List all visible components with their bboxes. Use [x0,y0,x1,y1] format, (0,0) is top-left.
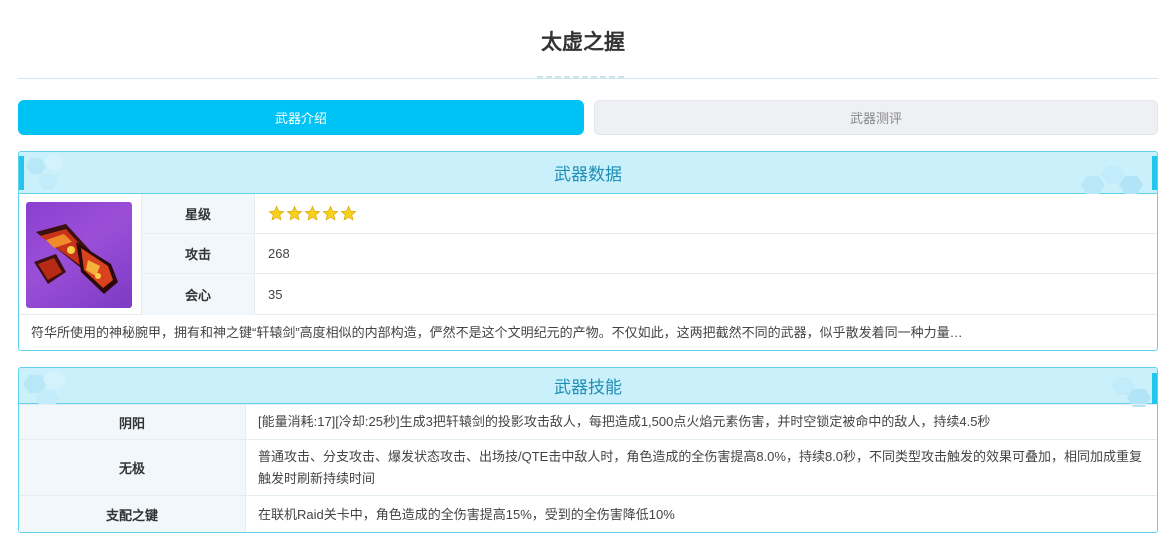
hexagon-decoration-icon [19,154,64,190]
weapon-data-panel: 武器数据 星级 攻击 268 会心 35 符华所使用的神秘腕甲，拥有和神之键“轩… [18,151,1158,351]
star-icon [286,205,303,221]
star-icon [340,205,357,221]
skill-name: 阴阳 [19,405,246,439]
weapon-skills-header: 武器技能 [19,368,1157,407]
weapon-data-title: 武器数据 [554,165,622,184]
title-divider-accent [537,76,627,79]
weapon-data-body: 星级 攻击 268 会心 35 [19,194,1157,315]
star-icon [304,205,321,221]
star-icon [322,205,339,221]
skill-description: [能量消耗:17][冷却:25秒]生成3把轩辕剑的投影攻击敌人，每把造成1,50… [258,414,991,429]
weapon-data-header: 武器数据 [19,152,1157,194]
hexagon-decoration-icon [1081,156,1157,194]
skill-row: 支配之键 在联机Raid关卡中，角色造成的全伤害提高15%，受到的全伤害降低10… [19,495,1157,532]
tab-weapon-intro[interactable]: 武器介绍 [18,100,584,135]
stat-value: 268 [268,246,290,261]
stat-value: 35 [268,287,283,302]
skill-name: 无极 [19,440,246,495]
weapon-description: 符华所使用的神秘腕甲，拥有和神之键“轩辕剑”高度相似的内部构造，俨然不是这个文明… [31,325,963,340]
skill-description: 在联机Raid关卡中，角色造成的全伤害提高15%，受到的全伤害降低10% [258,506,675,522]
tab-weapon-review[interactable]: 武器测评 [594,100,1158,135]
skill-description: 普通攻击、分支攻击、爆发状态攻击、出场技/QTE击中敌人时，角色造成的全伤害提高… [258,448,1143,486]
stat-row-crit: 会心 35 [141,274,1157,315]
tab-bar: 武器介绍 武器测评 [18,100,1158,135]
weapon-image-cell [19,194,141,315]
skill-name: 支配之键 [19,496,246,532]
star-icon [268,205,285,221]
skill-row: 阴阳 [能量消耗:17][冷却:25秒]生成3把轩辕剑的投影攻击敌人，每把造成1… [19,404,1157,439]
rarity-stars [268,194,357,233]
weapon-skills-panel: 武器技能 阴阳 [能量消耗:17][冷却:25秒]生成3把轩辕剑的投影攻击敌人，… [18,367,1158,533]
stat-label: 会心 [141,274,255,315]
weapon-stats: 星级 攻击 268 会心 35 [141,194,1157,315]
gauntlet-icon [34,224,118,294]
stat-row-attack: 攻击 268 [141,234,1157,274]
page-title: 太虚之握 [541,31,625,54]
weapon-gauntlet-image [26,202,132,308]
stat-label: 星级 [141,194,255,233]
stat-label: 攻击 [141,234,255,273]
stat-row-rarity: 星级 [141,194,1157,234]
skill-row: 无极 普通攻击、分支攻击、爆发状态攻击、出场技/QTE击中敌人时，角色造成的全伤… [19,439,1157,495]
weapon-skills-title: 武器技能 [554,378,622,397]
